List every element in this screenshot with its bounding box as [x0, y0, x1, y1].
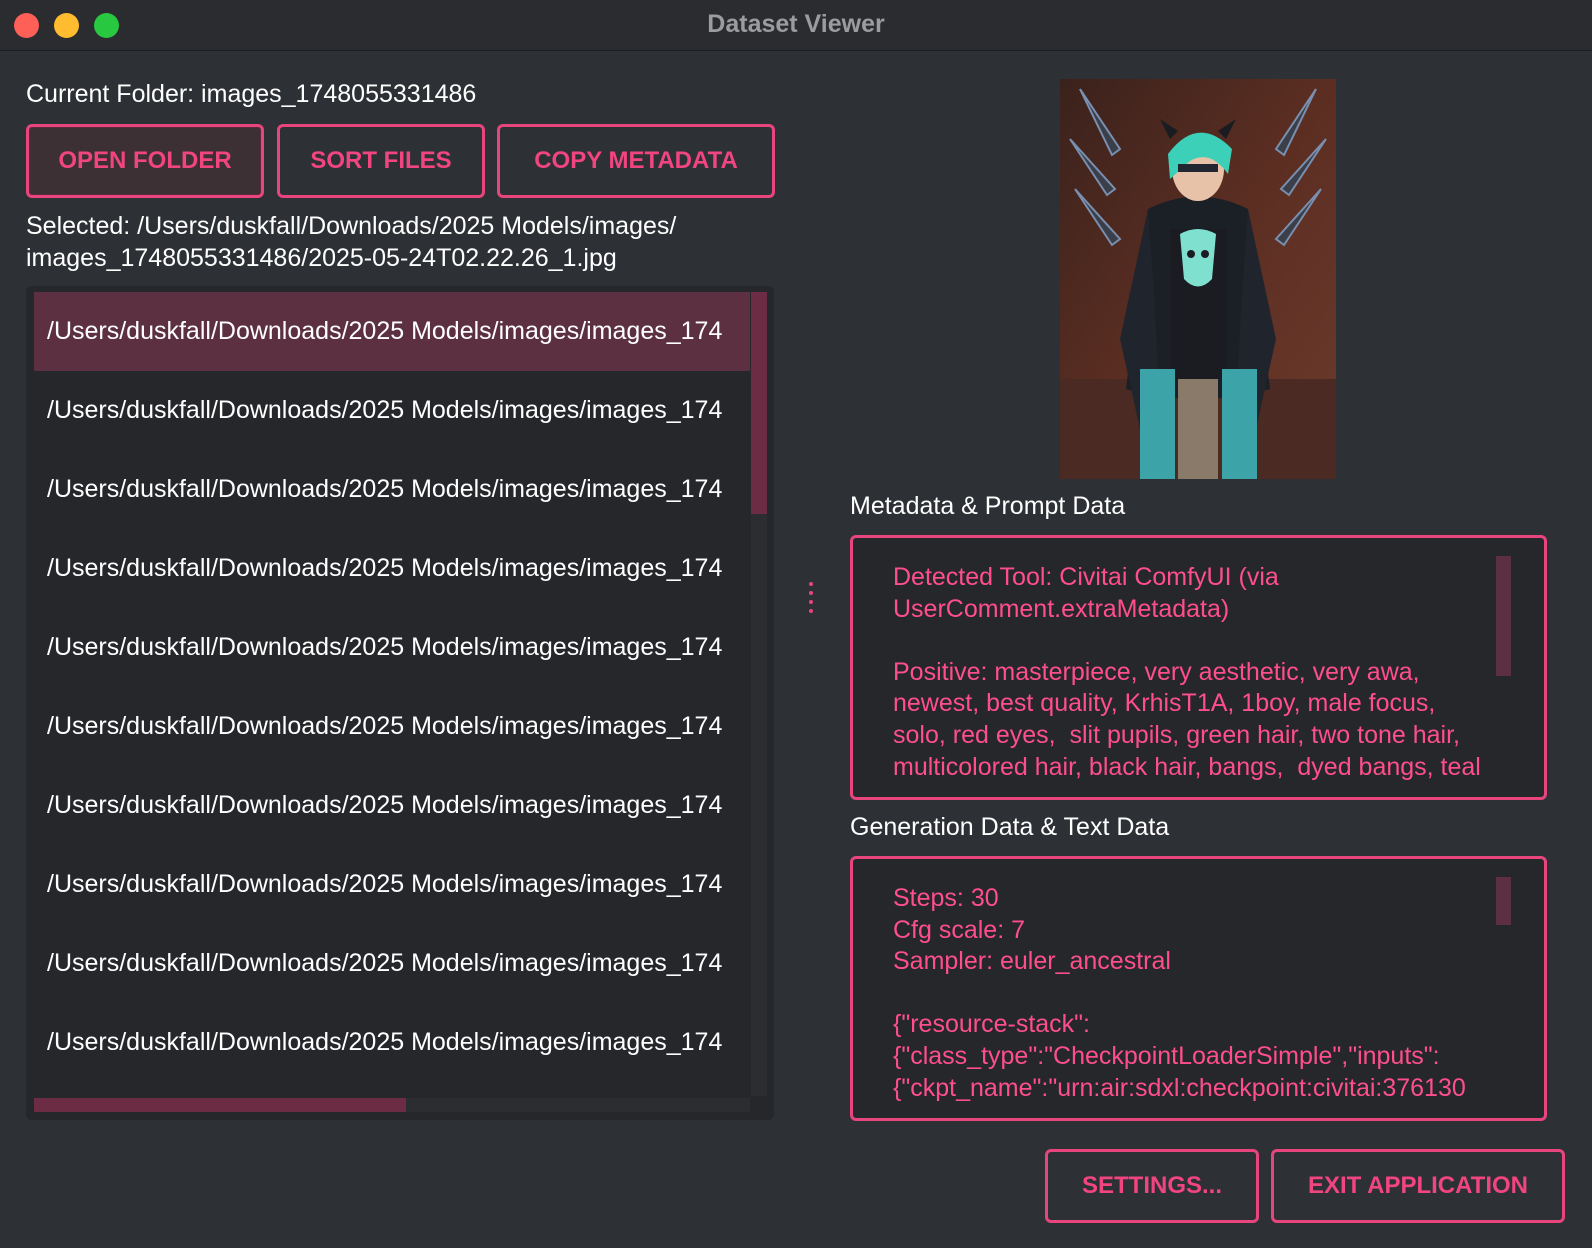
- file-list-item[interactable]: /Users/duskfall/Downloads/2025 Models/im…: [34, 1003, 750, 1082]
- image-preview: [1060, 79, 1336, 479]
- selected-file-label: Selected: /Users/duskfall/Downloads/2025…: [26, 212, 677, 272]
- file-list-item[interactable]: /Users/duskfall/Downloads/2025 Models/im…: [34, 924, 750, 1003]
- character-image: [1060, 79, 1336, 479]
- file-list[interactable]: /Users/duskfall/Downloads/2025 Models/im…: [26, 286, 774, 1120]
- title-bar[interactable]: Dataset Viewer: [0, 0, 1592, 51]
- file-list-item[interactable]: /Users/duskfall/Downloads/2025 Models/im…: [34, 845, 750, 924]
- metadata-scroll-thumb[interactable]: [1496, 556, 1511, 676]
- sort-files-button[interactable]: SORT FILES: [277, 124, 485, 198]
- file-list-item[interactable]: /Users/duskfall/Downloads/2025 Models/im…: [34, 371, 750, 450]
- file-list-item[interactable]: /Users/duskfall/Downloads/2025 Models/im…: [34, 766, 750, 845]
- current-folder-label: Current Folder: images_1748055331486: [26, 80, 477, 108]
- file-list-item[interactable]: /Users/duskfall/Downloads/2025 Models/im…: [34, 529, 750, 608]
- generation-section-label: Generation Data & Text Data: [850, 813, 1170, 841]
- generation-text: Steps: 30 Cfg scale: 7 Sampler: euler_an…: [893, 884, 1466, 1102]
- generation-scroll-thumb[interactable]: [1496, 877, 1511, 925]
- file-list-item[interactable]: /Users/duskfall/Downloads/2025 Models/im…: [34, 450, 750, 529]
- generation-textbox[interactable]: Steps: 30 Cfg scale: 7 Sampler: euler_an…: [850, 856, 1547, 1121]
- file-list-horizontal-scroll-thumb[interactable]: [34, 1098, 406, 1112]
- exit-application-button[interactable]: EXIT APPLICATION: [1271, 1149, 1565, 1223]
- settings-button[interactable]: SETTINGS...: [1045, 1149, 1259, 1223]
- metadata-textbox[interactable]: Detected Tool: Civitai ComfyUI (via User…: [850, 535, 1547, 800]
- metadata-section-label: Metadata & Prompt Data: [850, 492, 1126, 520]
- metadata-text: Detected Tool: Civitai ComfyUI (via User…: [893, 563, 1481, 781]
- file-list-item[interactable]: /Users/duskfall/Downloads/2025 Models/im…: [34, 608, 750, 687]
- copy-metadata-button[interactable]: COPY METADATA: [497, 124, 775, 198]
- window-title: Dataset Viewer: [707, 10, 885, 38]
- open-folder-button[interactable]: OPEN FOLDER: [26, 124, 264, 198]
- file-list-item[interactable]: /Users/duskfall/Downloads/2025 Models/im…: [34, 687, 750, 766]
- file-list-item-selected[interactable]: /Users/duskfall/Downloads/2025 Models/im…: [34, 292, 750, 371]
- panel-splitter-handle[interactable]: [807, 582, 815, 622]
- file-list-vertical-scroll-thumb[interactable]: [751, 292, 767, 514]
